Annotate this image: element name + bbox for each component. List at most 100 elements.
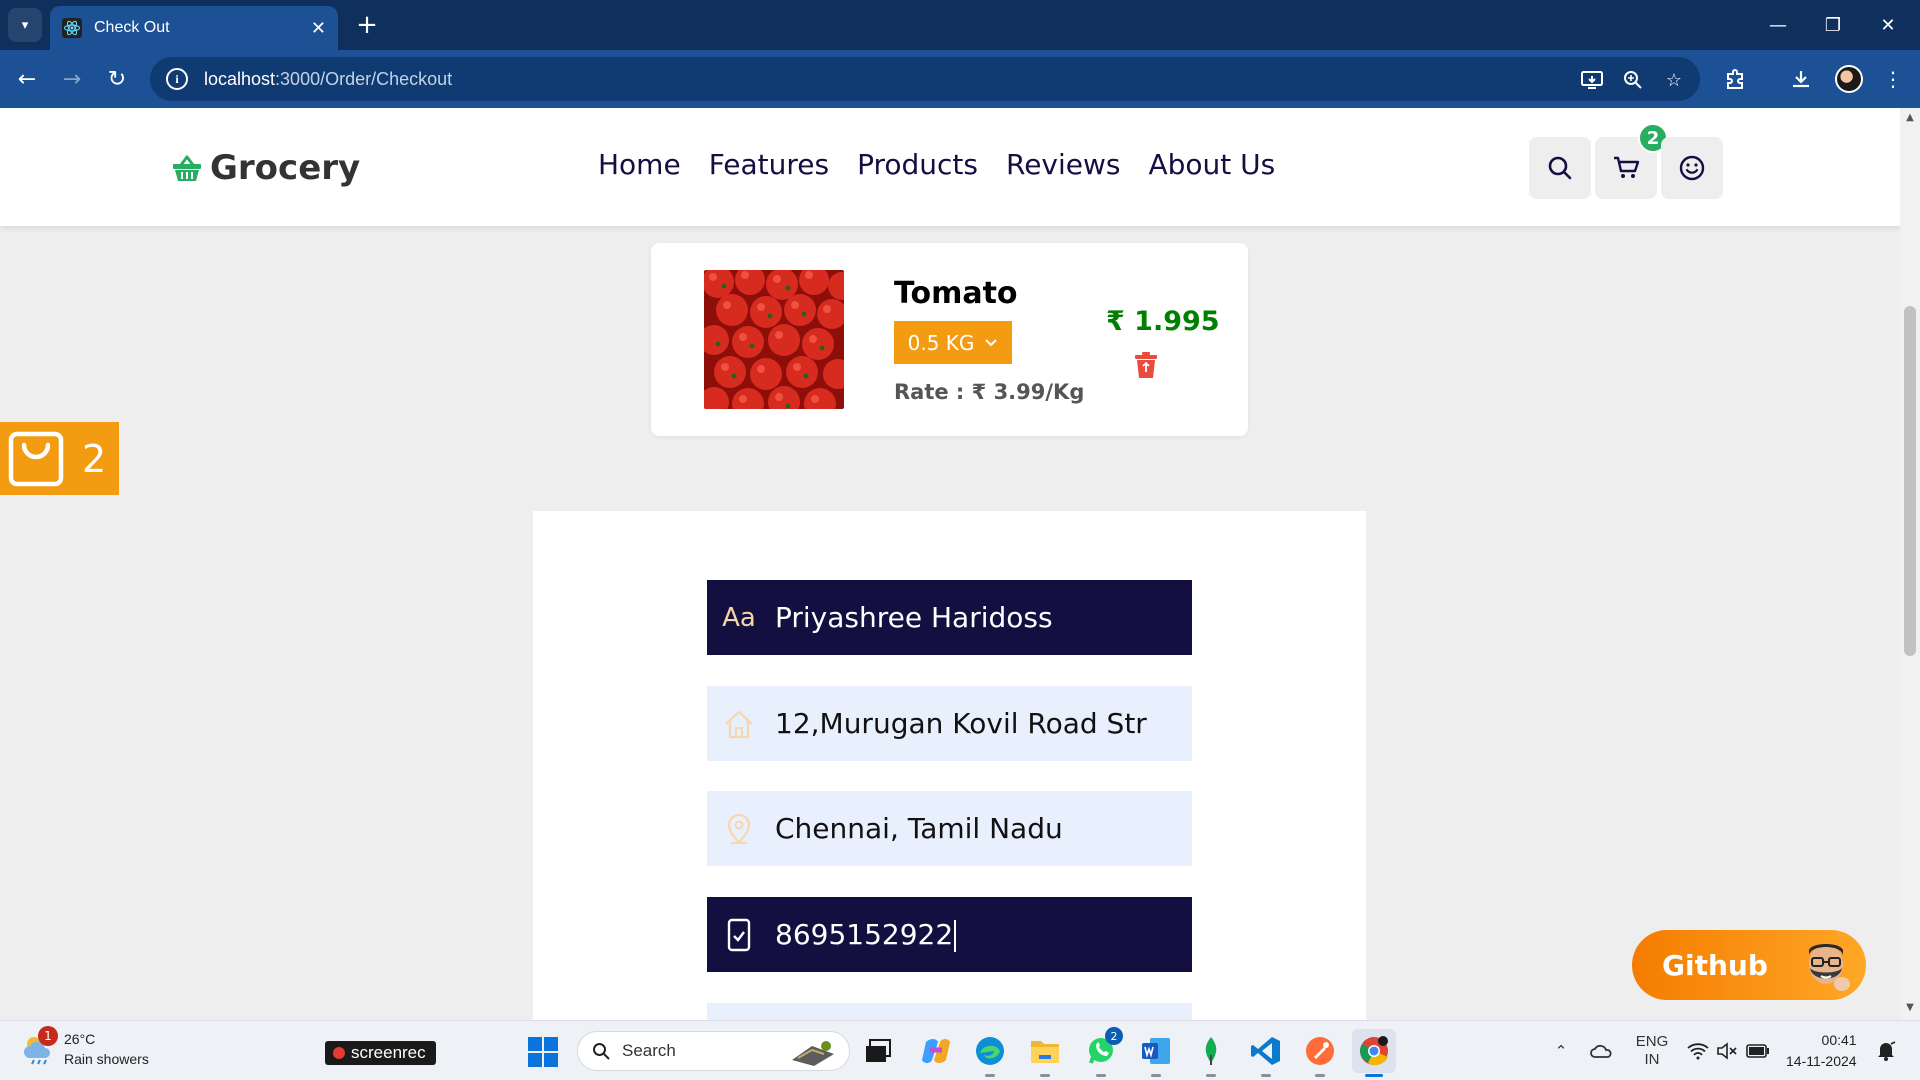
scroll-down-arrow[interactable]: ▼ xyxy=(1904,1002,1916,1016)
reload-button[interactable]: ↻ xyxy=(100,62,134,96)
url-host: localhost xyxy=(204,68,276,89)
side-cart-count: 2 xyxy=(82,436,107,481)
name-field[interactable]: Aa Priyashree Haridoss xyxy=(707,580,1192,655)
site-info-icon[interactable]: i xyxy=(166,68,188,90)
language-indicator[interactable]: ENG IN xyxy=(1630,1021,1674,1080)
brand-name: Grocery xyxy=(210,148,361,188)
product-rate: Rate : ₹ 3.99/Kg xyxy=(894,380,1085,404)
phone-value: 8695152922 xyxy=(775,917,954,951)
extensions-icon[interactable] xyxy=(1718,62,1752,96)
zoom-icon[interactable] xyxy=(1620,67,1646,93)
tab-close-icon[interactable]: ✕ xyxy=(311,18,326,39)
forward-button[interactable]: → xyxy=(55,62,89,96)
weather-alert-badge: 1 xyxy=(38,1026,58,1046)
windows-start-icon[interactable] xyxy=(528,1037,558,1067)
bookmark-star-icon[interactable]: ☆ xyxy=(1661,67,1687,93)
github-label: Github xyxy=(1662,948,1768,982)
address-value: 12,Murugan Kovil Road Str xyxy=(775,707,1147,740)
taskbar-search[interactable]: Search xyxy=(577,1031,850,1071)
text-caret xyxy=(954,919,957,952)
cart-icon xyxy=(1614,156,1640,178)
nav-about-us[interactable]: About Us xyxy=(1149,148,1276,181)
search-highlight-icon xyxy=(792,1041,834,1066)
quantity-select[interactable]: 0.5 KG xyxy=(894,321,1012,364)
restore-button[interactable]: ❐ xyxy=(1813,10,1853,40)
shopping-bag-icon xyxy=(8,431,64,486)
scroll-up-arrow[interactable]: ▲ xyxy=(1904,112,1916,126)
side-cart-button[interactable]: 2 xyxy=(0,422,119,495)
onedrive-icon[interactable] xyxy=(1588,1021,1616,1080)
screenrec-widget[interactable]: screenrec xyxy=(325,1041,436,1065)
url-path: :3000/Order/Checkout xyxy=(275,68,453,89)
word-icon[interactable] xyxy=(1138,1033,1174,1077)
vscode-icon[interactable] xyxy=(1248,1033,1284,1077)
address-bar[interactable]: i localhost :3000/Order/Checkout ☆ xyxy=(150,57,1700,101)
site-header: Grocery Home Features Products Reviews A… xyxy=(0,108,1900,226)
search-icon xyxy=(593,1043,610,1060)
taskbar-search-label: Search xyxy=(622,1041,676,1060)
install-app-icon[interactable] xyxy=(1579,67,1605,93)
weather-desc: Rain showers xyxy=(64,1051,149,1067)
back-button[interactable]: ← xyxy=(10,62,44,96)
task-view-icon[interactable] xyxy=(860,1033,896,1069)
smile-icon xyxy=(1679,155,1705,181)
nav-features[interactable]: Features xyxy=(709,148,829,181)
address-field[interactable]: 12,Murugan Kovil Road Str xyxy=(707,686,1192,761)
windows-taskbar: 1 26°C Rain showers screenrec Search 2 ⌃… xyxy=(0,1020,1920,1080)
battery-icon[interactable] xyxy=(1744,1021,1772,1080)
profile-avatar[interactable] xyxy=(1835,65,1863,93)
tab-title: Check Out xyxy=(94,19,170,36)
new-tab-button[interactable]: + xyxy=(352,10,382,40)
chrome-icon[interactable] xyxy=(1352,1029,1396,1077)
scrollbar-thumb[interactable] xyxy=(1904,306,1916,656)
cart-item-card: Tomato 0.5 KG Rate : ₹ 3.99/Kg ₹ 1.995 xyxy=(651,243,1248,436)
city-field[interactable]: Chennai, Tamil Nadu xyxy=(707,791,1192,866)
edge-icon[interactable] xyxy=(972,1033,1008,1077)
page-scrollbar[interactable]: ▲ ▼ xyxy=(1900,108,1920,1020)
file-explorer-icon[interactable] xyxy=(1027,1033,1063,1077)
github-button[interactable]: Github xyxy=(1632,930,1866,1000)
copilot-icon[interactable] xyxy=(918,1033,954,1069)
wifi-icon[interactable] xyxy=(1684,1021,1712,1080)
name-value: Priyashree Haridoss xyxy=(775,601,1053,634)
nav-products[interactable]: Products xyxy=(857,148,978,181)
tab-search-button[interactable]: ▾ xyxy=(8,8,42,42)
notification-bell-icon[interactable] xyxy=(1872,1021,1900,1080)
user-button[interactable] xyxy=(1661,137,1723,199)
mongodb-compass-icon[interactable] xyxy=(1193,1033,1229,1077)
phone-icon xyxy=(721,917,757,953)
nav-home[interactable]: Home xyxy=(598,148,681,181)
browser-menu-icon[interactable]: ⋮ xyxy=(1876,62,1910,96)
browser-tab-checkout[interactable]: Check Out ✕ xyxy=(50,6,338,50)
postman-icon[interactable] xyxy=(1302,1033,1338,1077)
nav-reviews[interactable]: Reviews xyxy=(1006,148,1121,181)
next-field[interactable] xyxy=(707,1003,1192,1020)
whatsapp-badge: 2 xyxy=(1105,1027,1123,1045)
phone-field[interactable]: 8695152922 xyxy=(707,897,1192,972)
close-window-button[interactable]: ✕ xyxy=(1868,10,1908,40)
city-value: Chennai, Tamil Nadu xyxy=(775,812,1063,845)
system-clock[interactable]: 00:41 14-11-2024 xyxy=(1786,1030,1857,1072)
browser-toolbar: ← → ↻ i localhost :3000/Order/Checkout ☆… xyxy=(0,50,1920,108)
clock-date: 14-11-2024 xyxy=(1786,1053,1857,1069)
search-icon xyxy=(1548,156,1572,180)
show-hidden-icons-chevron-icon[interactable]: ⌃ xyxy=(1548,1021,1574,1080)
product-name: Tomato xyxy=(894,276,1018,311)
text-icon: Aa xyxy=(722,602,756,633)
trash-icon[interactable] xyxy=(1134,351,1158,379)
tomato-image xyxy=(704,270,844,409)
lang-line1: ENG xyxy=(1635,1033,1669,1050)
brand-logo[interactable]: Grocery xyxy=(172,148,360,188)
checkout-page: Grocery Home Features Products Reviews A… xyxy=(0,108,1900,1020)
search-button[interactable] xyxy=(1529,137,1591,199)
memoji-avatar-icon xyxy=(1809,944,1850,991)
downloads-icon[interactable] xyxy=(1784,62,1818,96)
whatsapp-icon[interactable]: 2 xyxy=(1083,1027,1123,1077)
minimize-button[interactable]: — xyxy=(1758,10,1798,40)
lang-line2: IN xyxy=(1644,1051,1660,1068)
weather-widget[interactable]: 1 26°C Rain showers xyxy=(22,1026,149,1069)
volume-muted-icon[interactable] xyxy=(1714,1021,1740,1080)
react-favicon-icon xyxy=(62,18,82,38)
phone-value-wrap: 8695152922 xyxy=(775,918,1185,952)
browser-titlebar: ▾ Check Out ✕ + — ❐ ✕ xyxy=(0,0,1920,50)
